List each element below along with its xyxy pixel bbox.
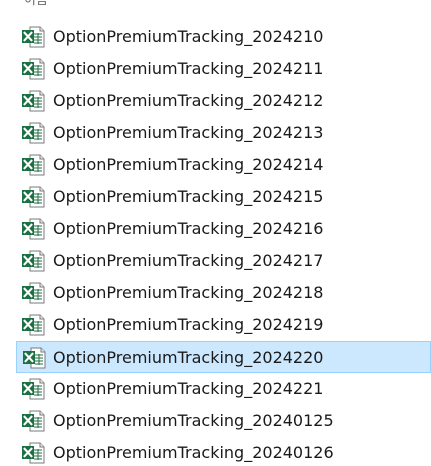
excel-file-icon	[22, 347, 46, 369]
excel-file-icon	[21, 378, 45, 400]
file-list: OptionPremiumTracking_2024210 OptionPrem…	[0, 21, 431, 466]
file-list-item[interactable]: OptionPremiumTracking_2024212	[0, 85, 431, 117]
file-name: OptionPremiumTracking_2024211	[53, 59, 324, 78]
file-name: OptionPremiumTracking_2024221	[53, 379, 324, 398]
excel-file-icon	[21, 282, 45, 304]
name-column-header[interactable]: 이름	[24, 0, 48, 8]
file-list-item[interactable]: OptionPremiumTracking_2024214	[0, 149, 431, 181]
file-list-item[interactable]: OptionPremiumTracking_20240126	[0, 437, 431, 466]
file-list-item[interactable]: OptionPremiumTracking_2024216	[0, 213, 431, 245]
excel-file-icon	[21, 154, 45, 176]
file-name: OptionPremiumTracking_2024218	[53, 283, 324, 302]
file-name: OptionPremiumTracking_20240125	[53, 411, 334, 430]
excel-file-icon	[21, 218, 45, 240]
excel-file-icon	[21, 122, 45, 144]
file-name: OptionPremiumTracking_2024212	[53, 91, 324, 110]
file-list-item[interactable]: OptionPremiumTracking_2024218	[0, 277, 431, 309]
file-name: OptionPremiumTracking_2024213	[53, 123, 324, 142]
file-name: OptionPremiumTracking_2024219	[53, 315, 324, 334]
excel-file-icon	[21, 58, 45, 80]
file-list-item[interactable]: OptionPremiumTracking_2024217	[0, 245, 431, 277]
excel-file-icon	[21, 90, 45, 112]
excel-file-icon	[21, 26, 45, 48]
file-name: OptionPremiumTracking_2024217	[53, 251, 324, 270]
excel-file-icon	[21, 410, 45, 432]
file-list-item[interactable]: OptionPremiumTracking_2024219	[0, 309, 431, 341]
file-name: OptionPremiumTracking_20240126	[53, 443, 334, 462]
excel-file-icon	[21, 314, 45, 336]
file-list-item[interactable]: OptionPremiumTracking_2024220	[16, 341, 431, 373]
excel-file-icon	[21, 250, 45, 272]
file-list-item[interactable]: OptionPremiumTracking_2024215	[0, 181, 431, 213]
file-list-item[interactable]: OptionPremiumTracking_2024210	[0, 21, 431, 53]
file-name: OptionPremiumTracking_2024214	[53, 155, 324, 174]
excel-file-icon	[21, 442, 45, 464]
file-list-item[interactable]: OptionPremiumTracking_20240125	[0, 405, 431, 437]
file-list-item[interactable]: OptionPremiumTracking_2024211	[0, 53, 431, 85]
file-name: OptionPremiumTracking_2024210	[53, 27, 324, 46]
file-list-item[interactable]: OptionPremiumTracking_2024221	[0, 373, 431, 405]
excel-file-icon	[21, 186, 45, 208]
file-name: OptionPremiumTracking_2024215	[53, 187, 324, 206]
file-name: OptionPremiumTracking_2024216	[53, 219, 324, 238]
file-list-item[interactable]: OptionPremiumTracking_2024213	[0, 117, 431, 149]
file-name: OptionPremiumTracking_2024220	[53, 348, 324, 367]
